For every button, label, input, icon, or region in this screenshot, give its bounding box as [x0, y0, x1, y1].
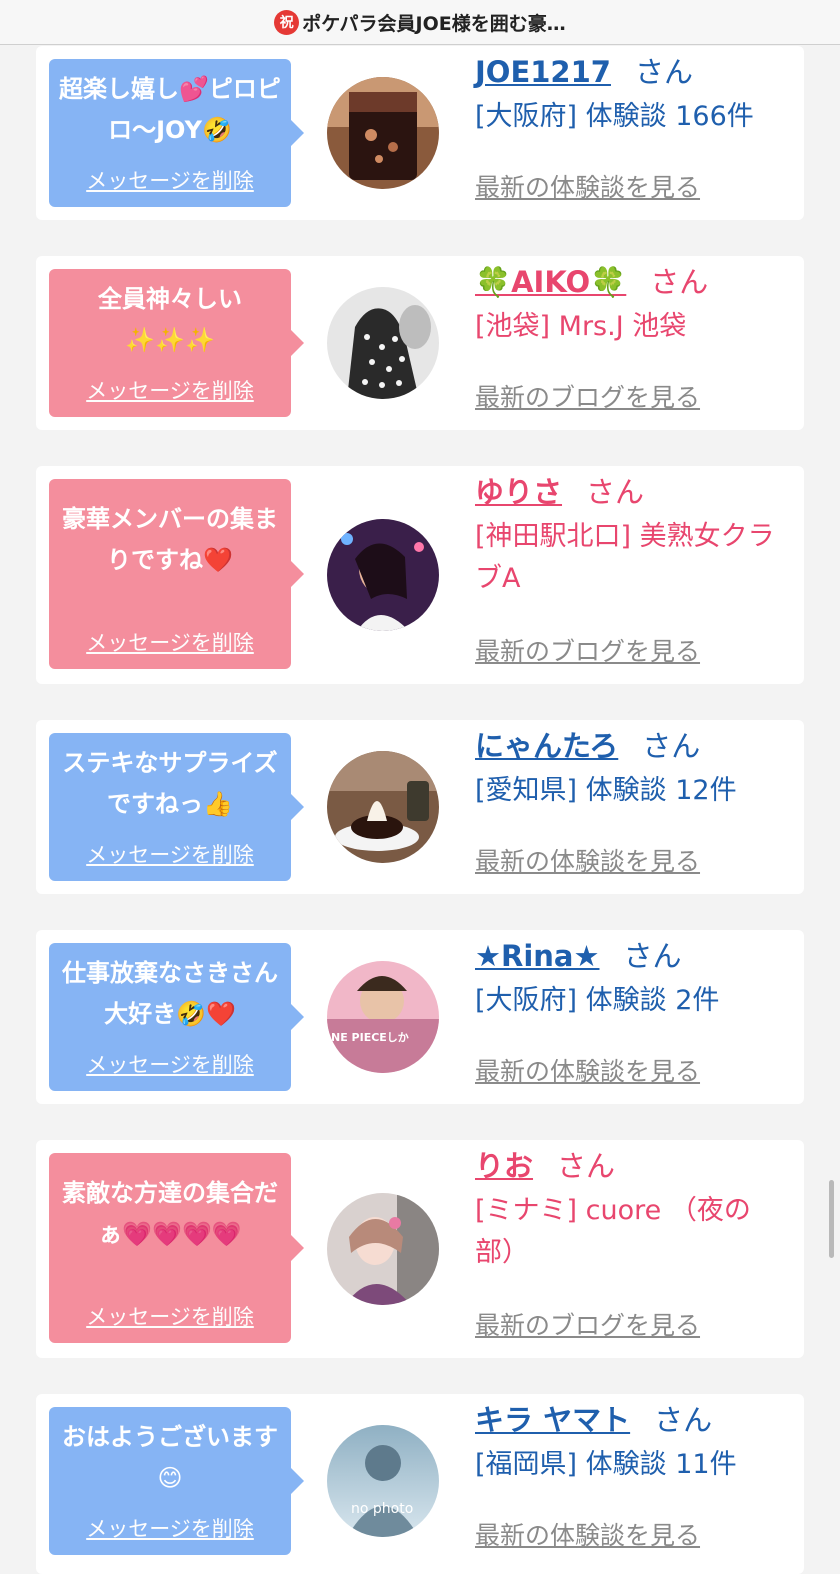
latest-reviews-link[interactable]: 最新の体験談を見る — [475, 168, 700, 204]
avatar[interactable] — [327, 77, 439, 189]
page-header: 祝 ポケパラ会員JOE様を囲む豪… — [0, 0, 840, 45]
latest-blog-link[interactable]: 最新のブログを見る — [475, 632, 700, 668]
user-name-link[interactable]: りお — [475, 1149, 533, 1183]
user-info: JOE1217 さん [大阪府] 体験談 166件 — [475, 50, 784, 138]
delete-message-link[interactable]: メッセージを削除 — [49, 1513, 291, 1543]
no-photo-placeholder: no photo — [327, 1425, 439, 1537]
honorific: さん — [654, 1403, 713, 1437]
honorific: さん — [557, 1149, 616, 1183]
message-card: 仕事放棄なさきさん大好き🤣❤️ メッセージを削除 NE PIECEしか ★Rin… — [36, 930, 804, 1104]
message-text: ステキなサプライズですねっ👍 — [62, 749, 278, 818]
avatar[interactable]: NE PIECEしか — [327, 961, 439, 1073]
delete-message-link[interactable]: メッセージを削除 — [49, 1301, 291, 1331]
delete-message-link[interactable]: メッセージを削除 — [49, 375, 291, 405]
latest-reviews-link[interactable]: 最新の体験談を見る — [475, 1516, 700, 1552]
message-text: 素敵な方達の集合だぁ💗💗💗💗 — [62, 1179, 278, 1248]
avatar[interactable] — [327, 519, 439, 631]
message-bubble: ステキなサプライズですねっ👍 メッセージを削除 — [49, 733, 304, 881]
avatar[interactable] — [327, 287, 439, 399]
user-info: にゃんたろ さん [愛知県] 体験談 12件 — [475, 724, 784, 812]
honorific: さん — [586, 475, 645, 509]
delete-message-link[interactable]: メッセージを削除 — [49, 165, 291, 195]
message-card: 豪華メンバーの集まりですね❤️ メッセージを削除 ゆりさ さん [神田駅北口] 美… — [36, 466, 804, 684]
user-info: りお さん [ミナミ] cuore （夜の部） — [475, 1144, 784, 1274]
dessert-photo — [327, 751, 439, 863]
avatar[interactable]: no photo — [327, 1425, 439, 1537]
avatar[interactable] — [327, 751, 439, 863]
one-piece-photo: NE PIECEしか — [327, 961, 439, 1073]
avatar-caption: NE PIECEしか — [331, 1031, 409, 1044]
user-name-link[interactable]: ★Rina★ — [475, 939, 599, 973]
message-bubble: 素敵な方達の集合だぁ💗💗💗💗 メッセージを削除 — [49, 1153, 304, 1343]
honorific: さん — [634, 55, 693, 89]
user-shop-info: [神田駅北口] 美熟女クラブA — [475, 521, 775, 594]
scrollbar[interactable] — [829, 1180, 834, 1258]
user-name-link[interactable]: キラ ヤマト — [475, 1403, 630, 1437]
user-shop-info: [愛知県] 体験談 12件 — [475, 775, 737, 806]
woman-dotted-dress-photo — [327, 287, 439, 399]
message-text: 全員神々しい✨✨✨ — [98, 285, 242, 354]
message-text: おはようございます😊 — [62, 1423, 278, 1492]
honorific: さん — [650, 265, 709, 299]
user-name-link[interactable]: JOE1217 — [475, 55, 611, 89]
avatar[interactable] — [327, 1193, 439, 1305]
message-card: 超楽し嬉し💕ピロピロ〜JOY🤣 メッセージを削除 JOE1217 さん [大阪府]… — [36, 46, 804, 220]
celebration-badge-icon: 祝 — [274, 9, 300, 35]
user-info: 🍀AIKO🍀 さん [池袋] Mrs.J 池袋 — [475, 260, 784, 348]
delete-message-link[interactable]: メッセージを削除 — [49, 839, 291, 869]
latest-blog-link[interactable]: 最新のブログを見る — [475, 378, 700, 414]
user-shop-info: [大阪府] 体験談 2件 — [475, 985, 720, 1016]
message-bubble: 全員神々しい✨✨✨ メッセージを削除 — [49, 269, 304, 417]
user-info: ゆりさ さん [神田駅北口] 美熟女クラブA — [475, 470, 784, 600]
user-name-link[interactable]: ゆりさ — [475, 475, 562, 509]
latest-reviews-link[interactable]: 最新の体験談を見る — [475, 842, 700, 878]
delete-message-link[interactable]: メッセージを削除 — [49, 627, 291, 657]
no-photo-label: no photo — [351, 1501, 413, 1517]
honorific: さん — [642, 729, 701, 763]
user-name-link[interactable]: 🍀AIKO🍀 — [475, 265, 626, 299]
message-bubble: 仕事放棄なさきさん大好き🤣❤️ メッセージを削除 — [49, 943, 304, 1091]
message-bubble: 豪華メンバーの集まりですね❤️ メッセージを削除 — [49, 479, 304, 669]
user-info: ★Rina★ さん [大阪府] 体験談 2件 — [475, 934, 784, 1022]
message-card: 全員神々しい✨✨✨ メッセージを削除 🍀AIKO🍀 さん [池袋] Mrs.J 池… — [36, 256, 804, 430]
user-name-link[interactable]: にゃんたろ — [475, 729, 618, 763]
message-card: おはようございます😊 メッセージを削除 no photo キラ ヤマト さん [福… — [36, 1394, 804, 1574]
message-bubble: 超楽し嬉し💕ピロピロ〜JOY🤣 メッセージを削除 — [49, 59, 304, 207]
user-info: キラ ヤマト さん [福岡県] 体験談 11件 — [475, 1398, 784, 1486]
honorific: さん — [623, 939, 682, 973]
user-shop-info: [池袋] Mrs.J 池袋 — [475, 311, 687, 342]
message-text: 超楽し嬉し💕ピロピロ〜JOY🤣 — [59, 75, 281, 144]
message-text: 仕事放棄なさきさん大好き🤣❤️ — [62, 959, 278, 1028]
message-text: 豪華メンバーの集まりですね❤️ — [62, 505, 278, 574]
user-shop-info: [ミナミ] cuore （夜の部） — [475, 1195, 751, 1268]
page-title: ポケパラ会員JOE様を囲む豪… — [302, 12, 566, 35]
woman-kimono-photo — [327, 1193, 439, 1305]
woman-portrait-photo — [327, 519, 439, 631]
latest-reviews-link[interactable]: 最新の体験談を見る — [475, 1052, 700, 1088]
user-shop-info: [福岡県] 体験談 11件 — [475, 1449, 737, 1480]
drink-glass-photo — [327, 77, 439, 189]
message-card: ステキなサプライズですねっ👍 メッセージを削除 にゃんたろ さん [愛知県] 体験… — [36, 720, 804, 894]
delete-message-link[interactable]: メッセージを削除 — [49, 1049, 291, 1079]
user-shop-info: [大阪府] 体験談 166件 — [475, 101, 754, 132]
message-card: 素敵な方達の集合だぁ💗💗💗💗 メッセージを削除 りお さん [ミナミ] cuore… — [36, 1140, 804, 1358]
message-bubble: おはようございます😊 メッセージを削除 — [49, 1407, 304, 1555]
latest-blog-link[interactable]: 最新のブログを見る — [475, 1306, 700, 1342]
